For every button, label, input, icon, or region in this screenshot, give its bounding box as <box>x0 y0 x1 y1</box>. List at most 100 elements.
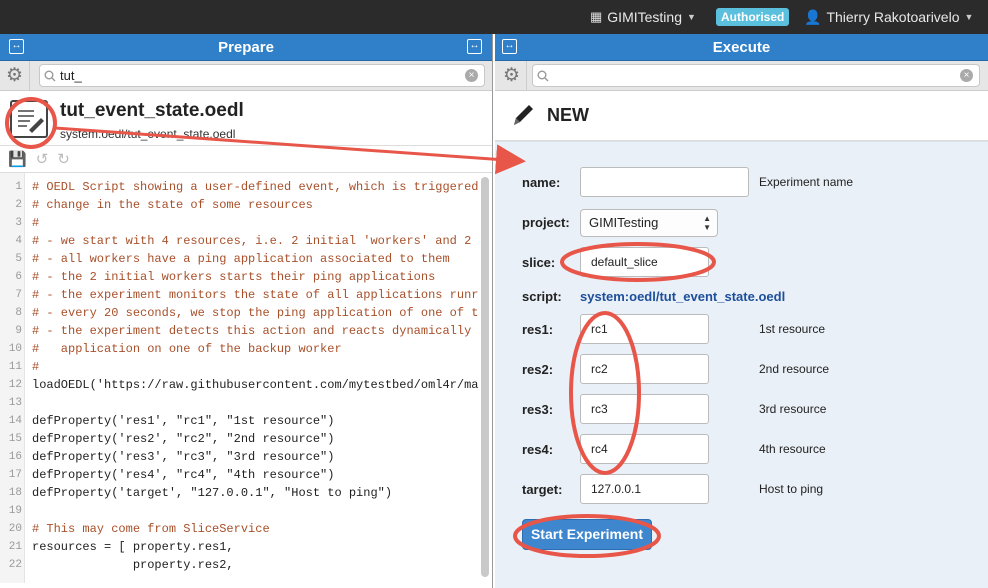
experiment-name-field[interactable] <box>580 167 749 197</box>
clear-search-icon[interactable]: × <box>960 69 973 82</box>
code-line: 9 # - the experiment detects this action … <box>0 322 492 340</box>
code-text: defProperty('target', "127.0.0.1", "Host… <box>32 486 393 500</box>
code-line: 16 defProperty('res3', "rc3", "3rd resour… <box>0 448 492 466</box>
top-navbar: ▦ GIMITesting ▼ Authorised 👤 Thierry Rak… <box>0 0 988 34</box>
res4-label: res4: <box>522 442 554 457</box>
line-number: 21 <box>8 541 22 553</box>
panel-title: Prepare <box>218 38 274 56</box>
search-value: tut_ <box>60 68 82 83</box>
res2-hint: 2nd resource <box>759 362 830 376</box>
slice-field[interactable]: default_slice <box>580 247 709 277</box>
line-number: 1 <box>15 181 22 193</box>
code-line: 17 defProperty('res4', "rc4", "4th resour… <box>0 466 492 484</box>
code-line: 18 defProperty('target', "127.0.0.1", "Ho… <box>0 484 492 502</box>
project-selected: GIMITesting <box>589 215 659 230</box>
code-line: 4 # - we start with 4 resources, i.e. 2 i… <box>0 232 492 250</box>
line-number: 17 <box>8 469 22 481</box>
res2-label: res2: <box>522 362 554 377</box>
start-experiment-button[interactable]: Start Experiment <box>522 519 652 550</box>
expand-right-icon[interactable]: ↔ <box>467 39 482 54</box>
panel-title: Execute <box>712 38 771 56</box>
code-text: # - we start with 4 resources, i.e. 2 in… <box>32 234 472 248</box>
name-label: name: <box>522 175 561 190</box>
code-editor[interactable]: 1 # OEDL Script showing a user-defined ev… <box>0 173 492 583</box>
code-line: 7 # - the experiment monitors the state o… <box>0 286 492 304</box>
user-name: Thierry Rakotoarivelo <box>826 9 960 25</box>
code-line: 8 # - every 20 seconds, we stop the ping … <box>0 304 492 322</box>
line-number: 2 <box>15 199 22 211</box>
code-text: # <box>32 216 40 230</box>
line-number: 9 <box>15 325 22 337</box>
file-name: tut_event_state.oedl <box>60 100 244 121</box>
code-text: defProperty('res1', "rc1", "1st resource… <box>32 414 335 428</box>
edit-document-icon[interactable] <box>10 100 48 138</box>
project-dropdown[interactable]: ▦ GIMITesting ▼ <box>590 0 696 34</box>
line-number: 19 <box>8 505 22 517</box>
code-text: # - the 2 initial workers starts their p… <box>32 270 436 284</box>
search-input[interactable]: × <box>532 64 980 87</box>
code-line: 15 defProperty('res2', "rc2", "2nd resour… <box>0 430 492 448</box>
line-number: 15 <box>8 433 22 445</box>
name-hint: Experiment name <box>759 175 854 189</box>
code-text: # - the experiment detects this action a… <box>32 324 472 338</box>
app-root: ▦ GIMITesting ▼ Authorised 👤 Thierry Rak… <box>0 0 988 588</box>
code-line: 3 # <box>0 214 492 232</box>
target-field[interactable]: 127.0.0.1 <box>580 474 709 504</box>
code-text: defProperty('res2', "rc2", "2nd resource… <box>32 432 335 446</box>
res1-field[interactable]: rc1 <box>580 314 709 344</box>
code-line: 2 # change in the state of some resources <box>0 196 492 214</box>
line-number: 16 <box>8 451 22 463</box>
expand-left-icon[interactable]: ↔ <box>9 39 24 54</box>
search-icon <box>533 70 553 82</box>
line-number: 6 <box>15 271 22 283</box>
code-text: property.res2, <box>32 558 234 572</box>
gear-icon[interactable]: ⚙ <box>497 60 527 91</box>
user-dropdown[interactable]: 👤 Thierry Rakotoarivelo ▼ <box>804 0 973 34</box>
code-line: 6 # - the 2 initial workers starts their … <box>0 268 492 286</box>
status-badge: Authorised <box>716 8 790 26</box>
code-text: defProperty('res4', "rc4", "4th resource… <box>32 468 335 482</box>
line-number: 10 <box>8 343 22 355</box>
save-icon[interactable]: 💾 <box>8 150 27 168</box>
code-text: resources = [ property.res1, <box>32 540 234 554</box>
line-number: 14 <box>8 415 22 427</box>
res3-field[interactable]: rc3 <box>580 394 709 424</box>
search-input[interactable]: tut_ × <box>39 64 485 87</box>
code-line: 12 loadOEDL('https://raw.githubuserconten… <box>0 376 492 394</box>
prepare-header: ↔ Prepare ↔ <box>0 34 492 61</box>
code-text: # This may come from SliceService <box>32 522 270 536</box>
line-number: 11 <box>8 361 22 373</box>
file-path: system:oedl/tut_event_state.oedl <box>60 127 236 141</box>
file-info: tut_event_state.oedl system:oedl/tut_eve… <box>0 91 492 146</box>
line-number: 3 <box>15 217 22 229</box>
undo-icon[interactable]: ↺ <box>36 150 49 168</box>
code-text: # application on one of the backup worke… <box>32 342 342 356</box>
line-number: 13 <box>8 397 22 409</box>
slice-label: slice: <box>522 255 556 270</box>
res1-hint: 1st resource <box>759 322 826 336</box>
code-text: defProperty('res3', "rc3", "3rd resource… <box>32 450 335 464</box>
code-text: loadOEDL('https://raw.githubusercontent.… <box>32 378 479 392</box>
res2-field[interactable]: rc2 <box>580 354 709 384</box>
expand-left-icon[interactable]: ↔ <box>502 39 517 54</box>
execute-search-bar: ⚙ × <box>495 60 988 91</box>
code-line: 20 # This may come from SliceService <box>0 520 492 538</box>
project-name: GIMITesting <box>607 9 682 25</box>
gear-icon[interactable]: ⚙ <box>0 60 30 91</box>
search-icon <box>40 70 60 82</box>
code-line: 1 # OEDL Script showing a user-defined ev… <box>0 178 492 196</box>
code-line: 11 # <box>0 358 492 376</box>
select-arrows-icon: ▲ ▼ <box>703 214 711 232</box>
code-text: # - the experiment monitors the state of… <box>32 288 479 302</box>
redo-icon[interactable]: ↻ <box>57 150 70 168</box>
line-number: 5 <box>15 253 22 265</box>
line-number: 4 <box>15 235 22 247</box>
code-line: 14 defProperty('res1', "rc1", "1st resour… <box>0 412 492 430</box>
script-value: system:oedl/tut_event_state.oedl <box>580 289 786 304</box>
clear-search-icon[interactable]: × <box>465 69 478 82</box>
caret-down-icon: ▼ <box>964 12 974 22</box>
user-icon: 👤 <box>804 8 822 25</box>
project-select[interactable]: GIMITesting ▲ ▼ <box>580 209 718 237</box>
code-line: 22 property.res2, <box>0 556 492 574</box>
res4-field[interactable]: rc4 <box>580 434 709 464</box>
